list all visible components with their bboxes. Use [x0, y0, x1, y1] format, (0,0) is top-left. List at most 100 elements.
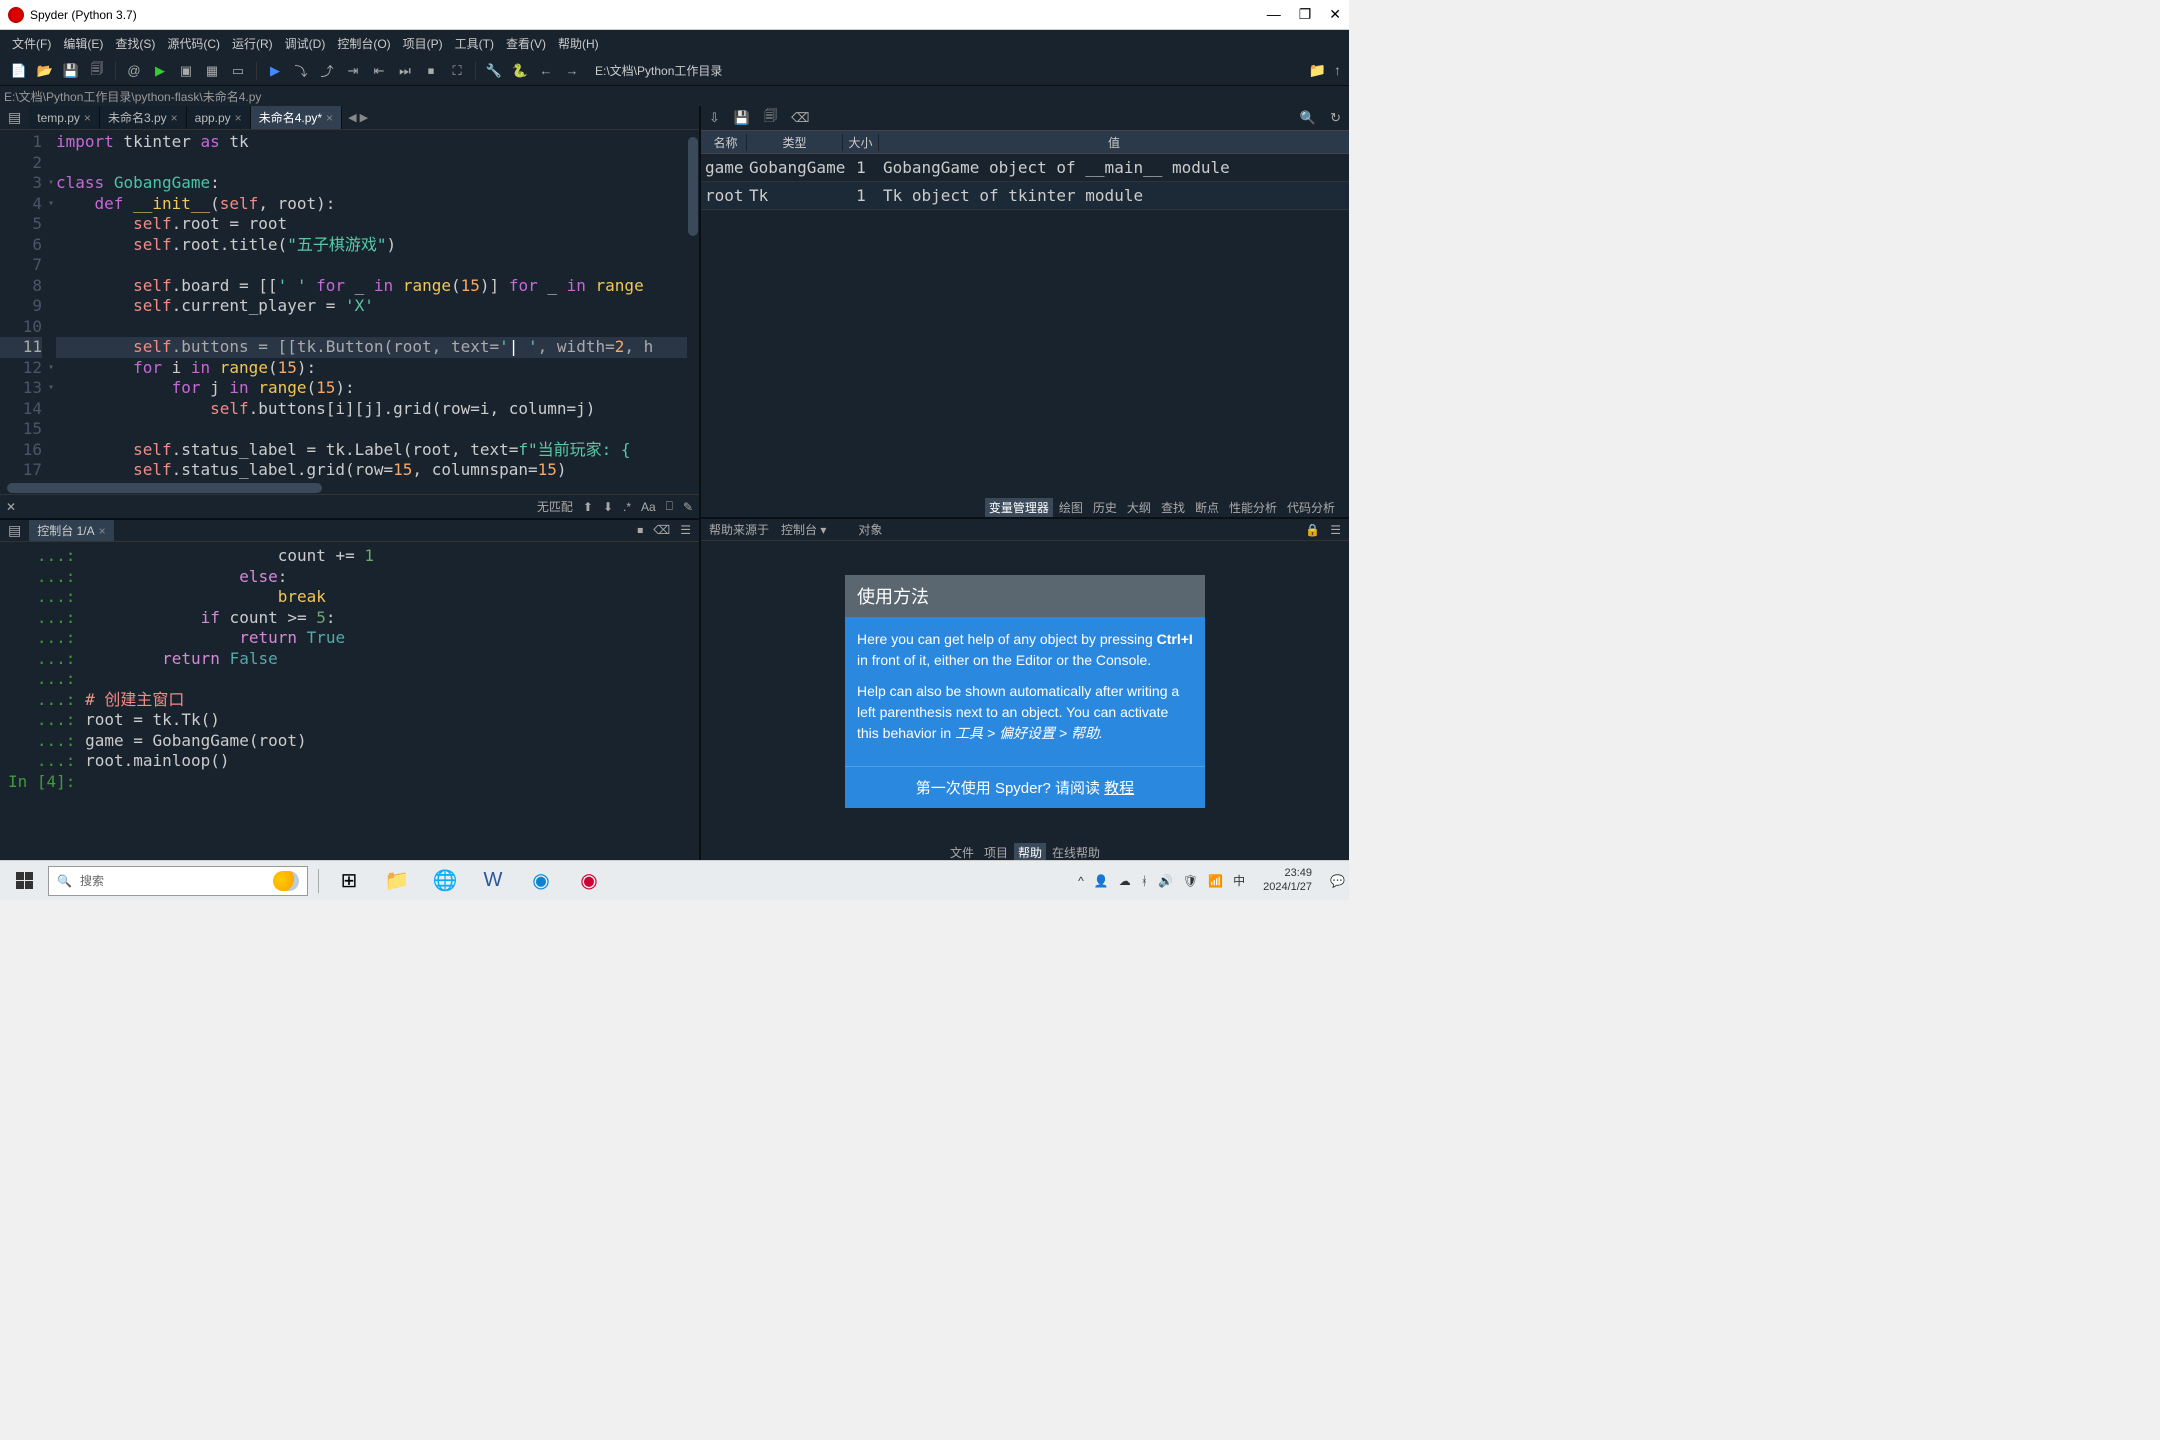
- tab-scroll-buttons[interactable]: ◀ ▶: [342, 111, 374, 124]
- pane-tab[interactable]: 大纲: [1123, 498, 1155, 517]
- menu-查找(S)[interactable]: 查找(S): [111, 33, 159, 54]
- step-into-button[interactable]: ⇥: [342, 60, 364, 82]
- debug-button[interactable]: ▶: [264, 60, 286, 82]
- browse-dir-button[interactable]: 📁: [1309, 62, 1326, 79]
- parent-dir-button[interactable]: ↑: [1334, 62, 1341, 79]
- console-clear-button[interactable]: ⌫: [653, 523, 670, 538]
- help-lock-button[interactable]: 🔒: [1305, 523, 1320, 537]
- save-button[interactable]: 💾: [60, 60, 82, 82]
- console-stop-button[interactable]: ⏹: [637, 523, 643, 538]
- help-source-combo[interactable]: 控制台 ▾: [781, 521, 826, 538]
- menu-查看(V)[interactable]: 查看(V): [502, 33, 550, 54]
- console-tab-list-button[interactable]: ▤: [0, 522, 29, 539]
- editor-scrollbar-h[interactable]: [0, 482, 699, 494]
- menu-控制台(O)[interactable]: 控制台(O): [333, 33, 394, 54]
- find-close-button[interactable]: ✕: [6, 500, 16, 514]
- tray-notifications[interactable]: 💬: [1330, 874, 1345, 888]
- editor-tab[interactable]: 未命名4.py*×: [251, 106, 342, 129]
- console-tab-close[interactable]: ×: [99, 524, 106, 538]
- settings-button[interactable]: @: [123, 60, 145, 82]
- ve-search-button[interactable]: 🔍: [1300, 110, 1316, 126]
- tray-security[interactable]: 🛡: [1183, 874, 1198, 888]
- tab-close-icon[interactable]: ×: [171, 111, 178, 125]
- var-header-value[interactable]: 值: [879, 134, 1349, 151]
- maximize-button[interactable]: ❐: [1299, 6, 1312, 23]
- tray-ime[interactable]: 中: [1233, 872, 1245, 889]
- stop-debug-button[interactable]: ⏹: [420, 60, 442, 82]
- word-icon[interactable]: W: [473, 863, 513, 899]
- task-view-button[interactable]: ⊞: [329, 863, 369, 899]
- menu-文件(F)[interactable]: 文件(F): [8, 33, 55, 54]
- start-button[interactable]: [4, 863, 44, 899]
- console-menu-button[interactable]: ☰: [680, 523, 691, 538]
- app-icon-1[interactable]: 🌐: [425, 863, 465, 899]
- minimize-button[interactable]: —: [1267, 6, 1281, 23]
- variable-table[interactable]: 名称 类型 大小 值 gameGobangGame1GobangGame obj…: [701, 130, 1349, 497]
- tab-close-icon[interactable]: ×: [326, 111, 333, 125]
- close-button[interactable]: ✕: [1329, 6, 1341, 23]
- pane-tab[interactable]: 查找: [1157, 498, 1189, 517]
- code-editor[interactable]: 123▾4▾56789101112▾13▾14151617 import tki…: [0, 130, 699, 482]
- editor-tab[interactable]: 未命名3.py×: [100, 106, 187, 129]
- step-over-button[interactable]: ⤴: [316, 60, 338, 82]
- ve-erase-button[interactable]: ⌫: [791, 110, 809, 126]
- wrench-button[interactable]: 🔧: [483, 60, 505, 82]
- tray-clock[interactable]: 23:49 2024/1/27: [1255, 867, 1320, 893]
- step-out-button[interactable]: ⇤: [368, 60, 390, 82]
- edge-icon[interactable]: ◉: [521, 863, 561, 899]
- menu-工具(T)[interactable]: 工具(T): [451, 33, 498, 54]
- var-row[interactable]: rootTk1Tk object of tkinter module: [701, 182, 1349, 210]
- tray-bluetooth[interactable]: ᚼ: [1141, 874, 1148, 888]
- tray-people[interactable]: 👤: [1094, 874, 1109, 888]
- pane-tab[interactable]: 断点: [1191, 498, 1223, 517]
- help-menu-button[interactable]: ☰: [1330, 523, 1341, 537]
- run-selection-button[interactable]: ▭: [227, 60, 249, 82]
- find-prev-button[interactable]: ⬆: [583, 500, 593, 514]
- help-tab[interactable]: 文件: [946, 843, 978, 862]
- forward-button[interactable]: →: [561, 60, 583, 82]
- run-button[interactable]: ▶: [149, 60, 171, 82]
- working-dir[interactable]: E:\文档\Python工作目录: [587, 62, 1305, 79]
- tab-list-button[interactable]: ▤: [0, 109, 29, 126]
- menu-源代码(C)[interactable]: 源代码(C): [163, 33, 224, 54]
- tray-network[interactable]: 📶: [1208, 874, 1223, 888]
- var-header-size[interactable]: 大小: [843, 134, 879, 151]
- tab-close-icon[interactable]: ×: [235, 111, 242, 125]
- var-row[interactable]: gameGobangGame1GobangGame object of __ma…: [701, 154, 1349, 182]
- menu-编辑(E)[interactable]: 编辑(E): [59, 33, 107, 54]
- editor-tab[interactable]: app.py×: [187, 106, 251, 129]
- pane-tab[interactable]: 代码分析: [1283, 498, 1339, 517]
- file-explorer-icon[interactable]: 📁: [377, 863, 417, 899]
- taskbar-search[interactable]: 🔍 搜索: [48, 866, 308, 896]
- continue-button[interactable]: ⏭: [394, 60, 416, 82]
- run-cell-button[interactable]: ▣: [175, 60, 197, 82]
- console-tab[interactable]: 控制台 1/A ×: [29, 520, 113, 541]
- pane-tab[interactable]: 性能分析: [1225, 498, 1281, 517]
- find-case-button[interactable]: Aa: [641, 500, 656, 514]
- python-path-button[interactable]: 🐍: [509, 60, 531, 82]
- menu-项目(P)[interactable]: 项目(P): [399, 33, 447, 54]
- menu-调试(D)[interactable]: 调试(D): [281, 33, 330, 54]
- find-regex-button[interactable]: .*: [623, 500, 631, 514]
- pane-tab[interactable]: 绘图: [1055, 498, 1087, 517]
- pane-tab[interactable]: 历史: [1089, 498, 1121, 517]
- pane-tab[interactable]: 变量管理器: [985, 498, 1053, 517]
- help-tab[interactable]: 项目: [980, 843, 1012, 862]
- menu-运行(R)[interactable]: 运行(R): [228, 33, 277, 54]
- ve-refresh-button[interactable]: ↻: [1330, 110, 1341, 126]
- tab-close-icon[interactable]: ×: [84, 111, 91, 125]
- help-tab[interactable]: 在线帮助: [1048, 843, 1104, 862]
- editor-tab[interactable]: temp.py×: [29, 106, 100, 129]
- run-cell-advance-button[interactable]: ▦: [201, 60, 223, 82]
- maximize-pane-button[interactable]: ⛶: [446, 60, 468, 82]
- tutorial-link[interactable]: 教程: [1104, 780, 1134, 797]
- console-output[interactable]: ...: count += 1 ...: else: ...: break ..…: [0, 542, 699, 862]
- tray-expand[interactable]: ^: [1078, 874, 1084, 888]
- var-header-type[interactable]: 类型: [747, 134, 843, 151]
- spyder-taskbar-icon[interactable]: ◉: [569, 863, 609, 899]
- tray-sound[interactable]: 🔊: [1158, 874, 1173, 888]
- menu-帮助(H)[interactable]: 帮助(H): [554, 33, 603, 54]
- help-tab[interactable]: 帮助: [1014, 843, 1046, 862]
- step-button[interactable]: ⤵: [290, 60, 312, 82]
- var-header-name[interactable]: 名称: [701, 134, 747, 151]
